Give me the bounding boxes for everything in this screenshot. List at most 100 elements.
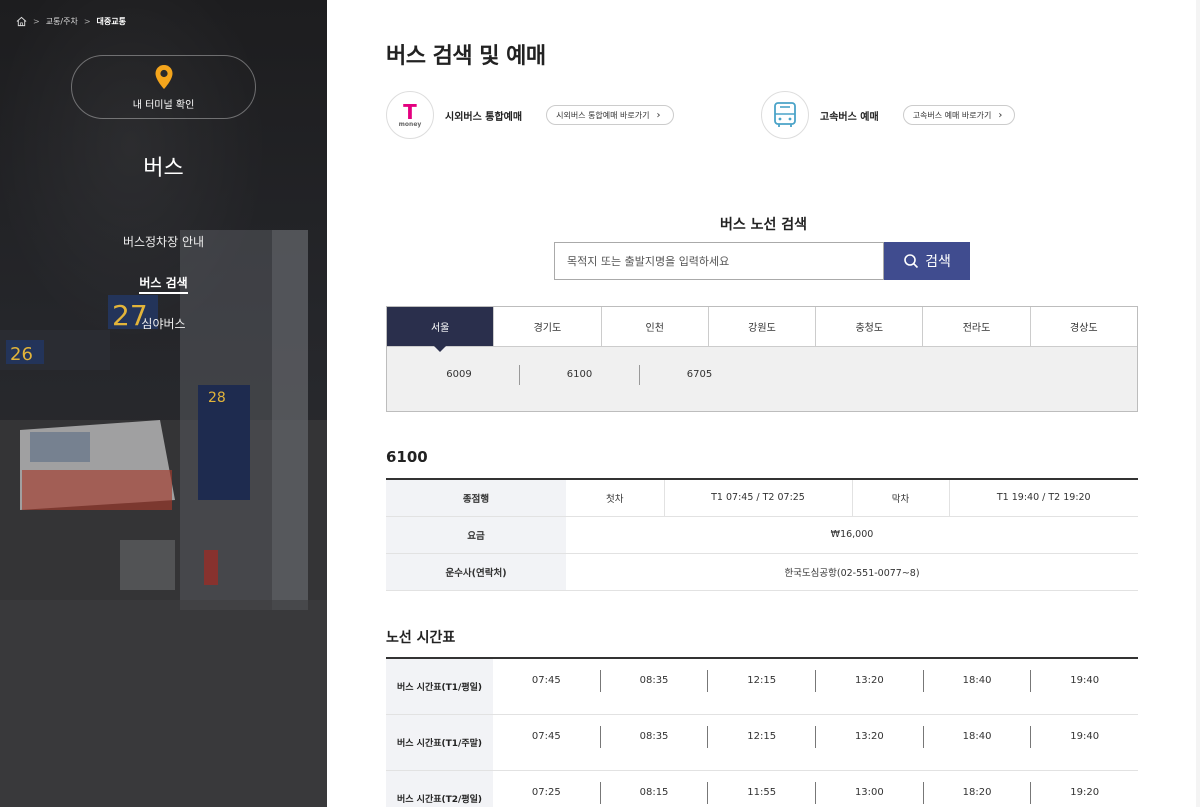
first-bus-time: T1 07:45 / T2 07:25	[663, 479, 852, 517]
terminal-header: 종점행	[386, 479, 566, 517]
search-button[interactable]: 검색	[884, 242, 970, 280]
breadcrumb-separator: >	[83, 17, 91, 26]
sidebar-item-label: 버스 검색	[139, 276, 188, 294]
table-row: 요금 ₩16,000	[386, 516, 1138, 554]
tab-gangwon[interactable]: 강원도	[707, 307, 816, 346]
sidebar-item-label: 심야버스	[141, 317, 186, 331]
express-booking-button-label: 고속버스 예매 바로가기	[912, 110, 992, 120]
timetable: 버스 시간표(T1/평일) 07:45 08:35 12:15 13:20 18…	[386, 657, 1138, 807]
timetable-time: 07:25	[531, 787, 561, 798]
express-booking: 고속버스 예매 고속버스 예매 바로가기 ›	[761, 91, 1016, 139]
route-item-6009[interactable]: 6009	[399, 365, 519, 385]
timetable-times: 07:25 08:15 11:55 13:00 18:20 19:20	[493, 771, 1138, 807]
breadcrumb-item-traffic-parking[interactable]: 교통/주차	[46, 16, 78, 27]
timetable-row-label: 버스 시간표(T2/평일)	[386, 771, 493, 807]
timetable-time: 19:40	[1030, 726, 1138, 748]
intercity-booking-button-label: 시외버스 통합예매 바로가기	[556, 110, 650, 120]
route-detail-title: 6100	[386, 448, 428, 466]
bus-icon	[774, 102, 796, 127]
sidebar-nav: 버스정차장 안내 버스 검색 심야버스	[0, 232, 327, 355]
tmoney-logo-text: money	[398, 120, 422, 128]
search-icon	[904, 254, 919, 269]
timetable-times: 07:45 08:35 12:15 13:20 18:40 19:40	[493, 659, 1138, 714]
timetable-time: 18:20	[922, 782, 1031, 804]
breadcrumb-separator: >	[33, 17, 40, 26]
table-row: 버스 시간표(T2/평일) 07:25 08:15 11:55 13:00 18…	[386, 771, 1138, 807]
timetable-time: 08:35	[599, 670, 708, 692]
fare-value: ₩16,000	[566, 516, 1138, 554]
timetable-row-label: 버스 시간표(T1/주말)	[386, 715, 493, 770]
region-tabs: 서울 경기도 인천 강원도 충청도 전라도 경상도 6009 6100 6705	[386, 306, 1138, 412]
last-bus-time: T1 19:40 / T2 19:20	[948, 479, 1138, 517]
sidebar-item-bus-search[interactable]: 버스 검색	[0, 273, 327, 294]
chevron-right-icon: ›	[656, 109, 661, 121]
intercity-booking-button[interactable]: 시외버스 통합예매 바로가기 ›	[546, 105, 674, 125]
table-row: 버스 시간표(T1/평일) 07:45 08:35 12:15 13:20 18…	[386, 659, 1138, 715]
timetable-time: 13:20	[815, 726, 923, 748]
my-terminal-label: 내 터미널 확인	[132, 99, 195, 111]
search-button-label: 검색	[925, 254, 951, 270]
timetable-time: 13:20	[815, 670, 923, 692]
express-booking-label: 고속버스 예매	[820, 111, 879, 123]
first-bus-label: 첫차	[566, 479, 664, 517]
tab-incheon[interactable]: 인천	[600, 307, 708, 346]
tab-jeolla[interactable]: 전라도	[922, 307, 1030, 346]
express-bus-logo	[761, 91, 809, 139]
page-scrollbar[interactable]	[1196, 0, 1200, 807]
sidebar-title: 버스	[143, 156, 184, 181]
tmoney-logo: T money	[386, 91, 434, 139]
operator-value: 한국도심공항(02-551-0077~8)	[566, 553, 1138, 591]
sidebar-background-scene: 26 27 28	[0, 230, 327, 807]
table-row: 버스 시간표(T1/주말) 07:45 08:35 12:15 13:20 18…	[386, 715, 1138, 771]
timetable-time: 18:40	[922, 670, 1031, 692]
route-item-6705[interactable]: 6705	[639, 365, 759, 385]
sidebar-item-label: 버스정차장 안내	[122, 235, 205, 249]
main-content: 버스 검색 및 예매 T money 시외버스 통합예매 시외버스 통합예매 바…	[327, 0, 1200, 807]
location-pin-icon	[155, 64, 172, 89]
sidebar: 26 27 28 > 교통/주차 > 대중교통 내 터미널 확인 버스 버스정차…	[0, 0, 327, 807]
last-bus-label: 막차	[851, 479, 949, 517]
timetable-time: 08:35	[599, 726, 708, 748]
tab-gyeonggi[interactable]: 경기도	[493, 307, 601, 346]
fare-header: 요금	[386, 516, 566, 554]
route-search-input[interactable]	[554, 242, 884, 280]
sidebar-item-night-bus[interactable]: 심야버스	[0, 314, 327, 335]
timetable-time: 12:15	[707, 726, 815, 748]
timetable-time: 08:15	[599, 782, 708, 804]
timetable-time: 07:45	[531, 731, 561, 742]
route-list: 6009 6100 6705	[387, 346, 1137, 411]
timetable-time: 13:00	[815, 782, 923, 804]
timetable-time: 07:45	[531, 675, 561, 686]
express-booking-button[interactable]: 고속버스 예매 바로가기 ›	[902, 105, 1016, 125]
tmoney-booking: T money 시외버스 통합예매 시외버스 통합예매 바로가기 ›	[386, 91, 674, 139]
tab-seoul[interactable]: 서울	[387, 307, 494, 352]
table-row: 운수사(연락처) 한국도심공항(02-551-0077~8)	[386, 553, 1138, 591]
my-terminal-button[interactable]: 내 터미널 확인	[71, 55, 256, 119]
timetable-title: 노선 시간표	[386, 630, 456, 646]
timetable-time: 19:40	[1030, 670, 1138, 692]
tmoney-t-glyph: T	[403, 99, 417, 124]
timetable-time: 11:55	[707, 782, 815, 804]
route-item-6100[interactable]: 6100	[519, 365, 639, 385]
route-info-table: 종점행 첫차 T1 07:45 / T2 07:25 막차 T1 19:40 /…	[386, 478, 1138, 591]
route-search-title: 버스 노선 검색	[719, 217, 808, 233]
breadcrumb-item-public-transport[interactable]: 대중교통	[97, 16, 126, 27]
intercity-booking-label: 시외버스 통합예매	[445, 111, 523, 123]
sidebar-item-bus-stops[interactable]: 버스정차장 안내	[0, 232, 327, 253]
tab-gyeongsang[interactable]: 경상도	[1029, 307, 1137, 346]
timetable-times: 07:45 08:35 12:15 13:20 18:40 19:40	[493, 715, 1138, 770]
region-tab-list: 서울 경기도 인천 강원도 충청도 전라도 경상도	[387, 307, 1137, 352]
chevron-right-icon: ›	[998, 109, 1003, 121]
timetable-time: 12:15	[707, 670, 815, 692]
home-icon[interactable]	[16, 16, 27, 27]
breadcrumb: > 교통/주차 > 대중교통	[16, 16, 126, 27]
timetable-row-label: 버스 시간표(T1/평일)	[386, 659, 493, 714]
svg-text:28: 28	[208, 390, 226, 406]
table-row: 종점행 첫차 T1 07:45 / T2 07:25 막차 T1 19:40 /…	[386, 479, 1138, 517]
timetable-time: 19:20	[1030, 782, 1138, 804]
route-search-box: 검색	[554, 242, 970, 280]
operator-header: 운수사(연락처)	[386, 553, 566, 591]
tab-chungcheong[interactable]: 충청도	[815, 307, 923, 346]
timetable-time: 18:40	[922, 726, 1031, 748]
page-title: 버스 검색 및 예매	[386, 44, 546, 69]
